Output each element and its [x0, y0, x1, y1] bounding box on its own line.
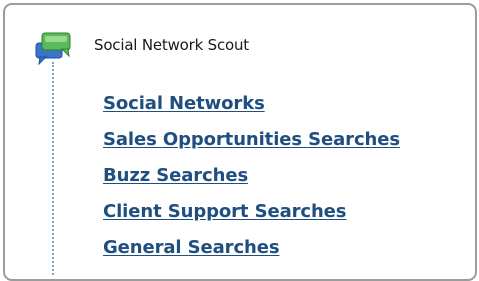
list-item: Buzz Searches	[103, 164, 400, 200]
sales-opportunities-searches-link[interactable]: Sales Opportunities Searches	[103, 129, 400, 150]
general-searches-link[interactable]: General Searches	[103, 237, 280, 258]
list-item: Social Networks	[103, 92, 400, 128]
list-item: Client Support Searches	[103, 200, 400, 236]
client-support-searches-link[interactable]: Client Support Searches	[103, 201, 347, 222]
chat-bubble-icon	[35, 32, 71, 66]
list-item: Sales Opportunities Searches	[103, 128, 400, 164]
screen: Social Network Scout Social Networks Sal…	[0, 0, 479, 281]
tree-root-label[interactable]: Social Network Scout	[94, 36, 249, 54]
buzz-searches-link[interactable]: Buzz Searches	[103, 165, 248, 186]
list-item: General Searches	[103, 236, 400, 272]
tree-connector-line	[52, 62, 54, 275]
social-networks-link[interactable]: Social Networks	[103, 93, 265, 114]
search-category-list: Social Networks Sales Opportunities Sear…	[103, 92, 400, 272]
